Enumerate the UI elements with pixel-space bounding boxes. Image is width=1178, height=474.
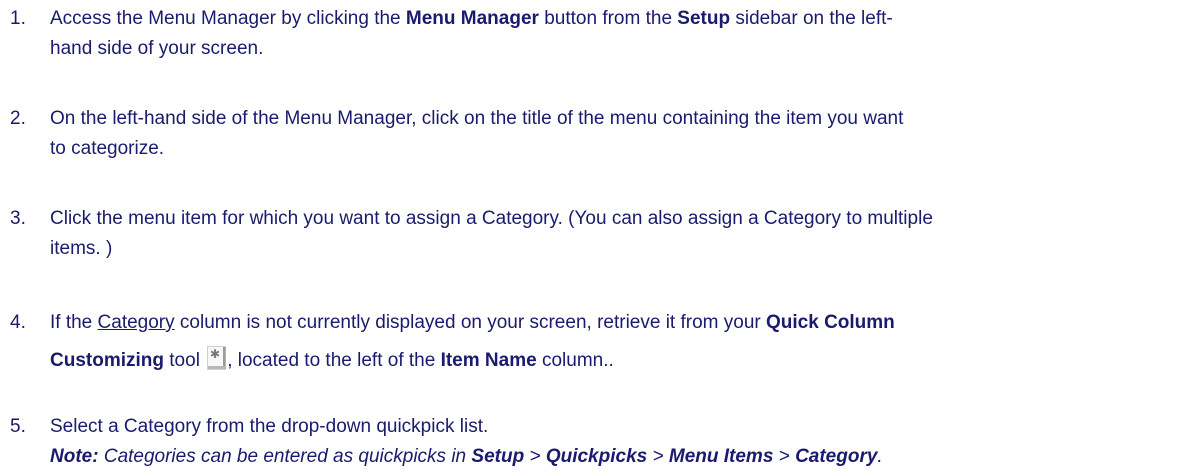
quick-column-ref: Quick Column	[766, 312, 895, 333]
step-text: On the left-hand side of the Menu Manage…	[50, 108, 904, 159]
svg-text:✱: ✱	[210, 347, 220, 361]
step-text: Click the menu item for which you want t…	[50, 208, 933, 259]
category-path: Category	[795, 446, 878, 467]
menu-manager-ref: Menu Manager	[405, 8, 539, 29]
instructions-document: 1. Access the Menu Manager by clicking t…	[0, 0, 1178, 474]
step-3: 3. Click the menu item for which you wan…	[0, 204, 1170, 264]
setup-ref: Setup	[677, 8, 731, 29]
step-text: Access the Menu Manager by clicking the …	[50, 8, 893, 59]
step-number: 1.	[10, 8, 26, 29]
step-1: 1. Access the Menu Manager by clicking t…	[0, 4, 1170, 64]
step-text: Select a Category from the drop-down qui…	[50, 416, 883, 467]
customizing-ref: Customizing	[50, 350, 164, 371]
step-number: 2.	[10, 108, 26, 129]
note: Note: Categories can be entered as quick…	[50, 446, 883, 467]
step-number: 3.	[10, 208, 26, 229]
item-name-ref: Item Name	[440, 350, 537, 371]
category-column-ref: Category	[97, 312, 175, 333]
note-label: Note:	[50, 446, 99, 467]
step-2: 2. On the left-hand side of the Menu Man…	[0, 104, 1170, 164]
step-5: 5. Select a Category from the drop-down …	[0, 412, 1170, 472]
menu-items-path: Menu Items	[668, 446, 774, 467]
quickpicks-path: Quickpicks	[545, 446, 648, 467]
step-number: 4.	[10, 312, 26, 333]
step-text: If the Category column is not currently …	[50, 312, 895, 371]
setup-path: Setup	[471, 446, 525, 467]
column-customizing-tool-icon: ✱	[207, 346, 227, 370]
step-4: 4. If the Category column is not current…	[0, 304, 1170, 380]
step-number: 5.	[10, 416, 26, 437]
